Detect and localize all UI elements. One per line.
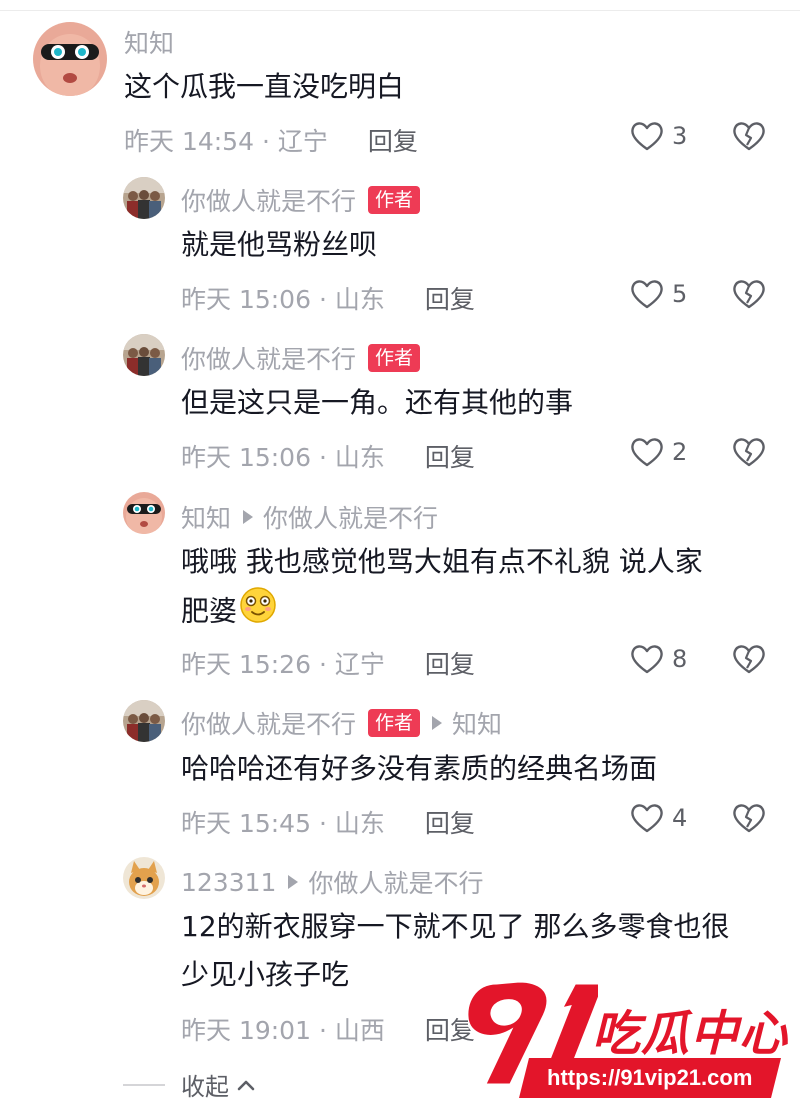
like-count: 2	[672, 438, 688, 466]
dislike-button[interactable]	[732, 803, 766, 837]
reply-text-line: 哦哦 我也感觉他骂大姐有点不礼貌 说人家	[181, 545, 703, 578]
dislike-button[interactable]	[732, 644, 766, 678]
reply-author-row: 你做人就是不行 作者	[181, 340, 421, 376]
like-count: 3	[672, 122, 688, 150]
reply-time-location: 昨天 15:45 · 山东	[181, 809, 385, 838]
dislike-button[interactable]	[732, 121, 766, 155]
collapse-divider	[123, 1083, 165, 1086]
reply-meta: 昨天 15:45 · 山东 回复	[181, 804, 475, 840]
reply-text: 就是他骂粉丝呗	[181, 228, 378, 261]
like-button[interactable]: 2	[630, 437, 687, 467]
reply-arrow-icon	[288, 875, 299, 889]
top-divider	[0, 10, 800, 11]
author-badge: 作者	[368, 186, 421, 214]
reply-text-line: 肥婆	[181, 586, 781, 639]
reply-time-location: 昨天 15:26 · 辽宁	[181, 650, 385, 679]
like-button[interactable]: 5	[630, 279, 687, 309]
collapse-label: 收起	[181, 1073, 229, 1101]
comment-author-row: 知知	[124, 24, 174, 60]
reply-time-location: 昨天 15:06 · 山东	[181, 443, 385, 472]
heart-icon	[631, 438, 663, 467]
watermark-name: 吃瓜中心	[592, 1006, 789, 1062]
reply-meta: 昨天 15:06 · 山东 回复	[181, 438, 475, 474]
username[interactable]: 123311	[181, 868, 276, 897]
heart-icon	[631, 804, 663, 833]
comment-time-location: 昨天 14:54 · 辽宁	[124, 127, 328, 156]
username[interactable]: 知知	[124, 24, 174, 60]
reply-text: 哈哈哈还有好多没有素质的经典名场面	[181, 752, 658, 785]
like-count: 8	[672, 645, 688, 673]
avatar[interactable]	[33, 22, 107, 96]
reply-text: 但是这只是一角。还有其他的事	[181, 386, 574, 419]
like-count: 4	[672, 804, 688, 832]
chevron-up-icon	[237, 1080, 255, 1090]
username[interactable]: 知知	[181, 499, 231, 535]
reply-time-location: 昨天 19:01 · 山西	[181, 1016, 385, 1045]
broken-heart-icon	[733, 804, 765, 833]
avatar[interactable]	[123, 177, 165, 219]
dislike-button[interactable]	[732, 437, 766, 471]
broken-heart-icon	[733, 438, 765, 467]
heart-icon	[631, 645, 663, 674]
reply-author-row: 你做人就是不行 作者 知知	[181, 705, 502, 741]
avatar[interactable]	[123, 334, 165, 376]
reply-time-location: 昨天 15:06 · 山东	[181, 285, 385, 314]
reply-meta: 昨天 15:06 · 山东 回复	[181, 280, 475, 316]
collapse-replies-button[interactable]: 收起	[123, 1067, 255, 1102]
reply-meta: 昨天 19:01 · 山西 回复	[181, 1011, 475, 1047]
like-button[interactable]: 8	[630, 644, 687, 674]
watermark-url-text: https://91vip21.com	[547, 1065, 753, 1090]
reply-text-line2: 肥婆	[181, 594, 238, 628]
smile-emoji-icon	[239, 586, 277, 639]
reply-to-user[interactable]: 你做人就是不行	[308, 864, 483, 900]
username[interactable]: 你做人就是不行	[181, 340, 356, 376]
reply-arrow-icon	[243, 510, 254, 524]
like-button[interactable]: 3	[630, 121, 687, 151]
broken-heart-icon	[733, 645, 765, 674]
author-badge: 作者	[368, 344, 421, 372]
like-button[interactable]: 4	[630, 803, 687, 833]
broken-heart-icon	[733, 280, 765, 309]
dislike-button[interactable]	[732, 279, 766, 313]
heart-icon	[631, 280, 663, 309]
reply-text: 哦哦 我也感觉他骂大姐有点不礼貌 说人家 肥婆	[181, 538, 781, 639]
username[interactable]: 你做人就是不行	[181, 182, 356, 218]
watermark-url: https://91vip21.com	[519, 1058, 781, 1098]
reply-author-row: 知知 你做人就是不行	[181, 499, 438, 535]
comment-meta: 昨天 14:54 · 辽宁 回复	[124, 122, 418, 158]
reply-button[interactable]: 回复	[425, 280, 475, 316]
avatar[interactable]	[123, 700, 165, 742]
comment-text: 这个瓜我一直没吃明白	[124, 70, 405, 103]
reply-button[interactable]: 回复	[425, 645, 475, 681]
like-count: 5	[672, 280, 688, 308]
reply-to-user[interactable]: 你做人就是不行	[263, 499, 438, 535]
reply-text-line: 12的新衣服穿一下就不见了 那么多零食也很	[181, 910, 730, 943]
username[interactable]: 你做人就是不行	[181, 705, 356, 741]
reply-author-row: 你做人就是不行 作者	[181, 182, 421, 218]
reply-button[interactable]: 回复	[425, 438, 475, 474]
reply-button[interactable]: 回复	[425, 804, 475, 840]
heart-icon	[631, 122, 663, 151]
reply-meta: 昨天 15:26 · 辽宁 回复	[181, 645, 475, 681]
avatar[interactable]	[123, 857, 165, 899]
author-badge: 作者	[368, 709, 421, 737]
reply-to-user[interactable]: 知知	[452, 705, 502, 741]
reply-button[interactable]: 回复	[368, 122, 418, 158]
broken-heart-icon	[733, 122, 765, 151]
reply-arrow-icon	[432, 716, 443, 730]
reply-author-row: 123311 你做人就是不行	[181, 864, 483, 900]
avatar[interactable]	[123, 492, 165, 534]
